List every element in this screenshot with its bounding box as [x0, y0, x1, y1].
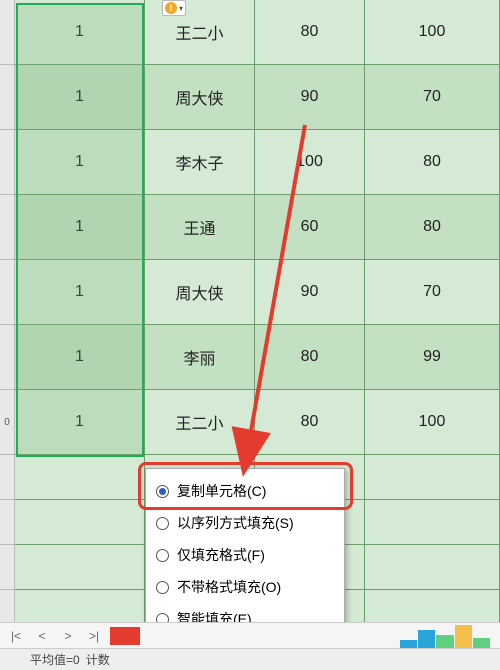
cell[interactable]: 100 — [365, 390, 500, 455]
sheet-tab-indicator[interactable] — [110, 627, 140, 645]
cell[interactable] — [365, 545, 500, 590]
row-header[interactable] — [0, 500, 15, 545]
smart-tag-button[interactable]: ! ▾ — [162, 0, 186, 16]
fill-option-formatting-only[interactable]: 仅填充格式(F) — [146, 539, 344, 571]
status-average: 平均值=0 — [30, 651, 80, 668]
cell[interactable]: 100 — [365, 0, 500, 65]
cell[interactable]: 80 — [255, 390, 365, 455]
cell[interactable]: 80 — [255, 0, 365, 65]
row-header[interactable] — [0, 260, 15, 325]
cell[interactable]: 60 — [255, 195, 365, 260]
fill-option-fill-series[interactable]: 以序列方式填充(S) — [146, 507, 344, 539]
cell[interactable]: 周大侠 — [145, 260, 255, 325]
mini-preview-chart — [400, 622, 490, 648]
cell[interactable]: 90 — [255, 260, 365, 325]
cell[interactable] — [365, 455, 500, 500]
cell[interactable]: 80 — [365, 130, 500, 195]
cell[interactable]: 1 — [15, 195, 145, 260]
cell[interactable]: 1 — [15, 260, 145, 325]
nav-first-button[interactable]: |< — [6, 629, 26, 643]
row-header[interactable] — [0, 325, 15, 390]
fill-option-without-formatting[interactable]: 不带格式填充(O) — [146, 571, 344, 603]
cell[interactable]: 李丽 — [145, 325, 255, 390]
cell[interactable]: 1 — [15, 65, 145, 130]
radio-icon — [156, 549, 169, 562]
option-label: 以序列方式填充(S) — [177, 513, 294, 533]
cell[interactable]: 100 — [255, 130, 365, 195]
cell[interactable]: 1 — [15, 130, 145, 195]
autofill-options-menu: 复制单元格(C) 以序列方式填充(S) 仅填充格式(F) 不带格式填充(O) 智… — [145, 468, 345, 642]
option-label: 仅填充格式(F) — [177, 545, 265, 565]
radio-icon — [156, 581, 169, 594]
cell[interactable]: 王通 — [145, 195, 255, 260]
option-label: 不带格式填充(O) — [177, 577, 281, 597]
chevron-down-icon: ▾ — [179, 4, 183, 13]
cell[interactable] — [15, 545, 145, 590]
row-header[interactable] — [0, 0, 15, 65]
cell[interactable]: 80 — [365, 195, 500, 260]
row-header[interactable] — [0, 455, 15, 500]
status-bar: 平均值=0 计数 — [0, 648, 500, 670]
cell[interactable] — [15, 500, 145, 545]
row-header[interactable]: 0 — [0, 390, 15, 455]
cell[interactable]: 王二小 — [145, 390, 255, 455]
cell[interactable]: 70 — [365, 260, 500, 325]
fill-option-copy-cells[interactable]: 复制单元格(C) — [146, 475, 344, 507]
cell[interactable]: 80 — [255, 325, 365, 390]
cell[interactable]: 90 — [255, 65, 365, 130]
radio-icon — [156, 485, 169, 498]
cell[interactable]: 李木子 — [145, 130, 255, 195]
nav-prev-button[interactable]: < — [32, 629, 52, 643]
cell[interactable] — [15, 455, 145, 500]
cell[interactable]: 周大侠 — [145, 65, 255, 130]
row-header[interactable] — [0, 130, 15, 195]
cell[interactable]: 1 — [15, 390, 145, 455]
row-header[interactable] — [0, 65, 15, 130]
cell[interactable]: 99 — [365, 325, 500, 390]
cell[interactable]: 70 — [365, 65, 500, 130]
row-header[interactable] — [0, 195, 15, 260]
nav-last-button[interactable]: >| — [84, 629, 104, 643]
cell[interactable] — [365, 500, 500, 545]
status-count: 计数 — [86, 651, 110, 668]
cell[interactable]: 1 — [15, 325, 145, 390]
cell[interactable]: 1 — [15, 0, 145, 65]
radio-icon — [156, 517, 169, 530]
spreadsheet-grid[interactable]: 1 王二小 80 100 1 周大侠 90 70 1 李木子 100 80 1 … — [0, 0, 500, 455]
nav-next-button[interactable]: > — [58, 629, 78, 643]
row-header[interactable] — [0, 545, 15, 590]
option-label: 复制单元格(C) — [177, 481, 266, 501]
warning-icon: ! — [165, 2, 177, 14]
